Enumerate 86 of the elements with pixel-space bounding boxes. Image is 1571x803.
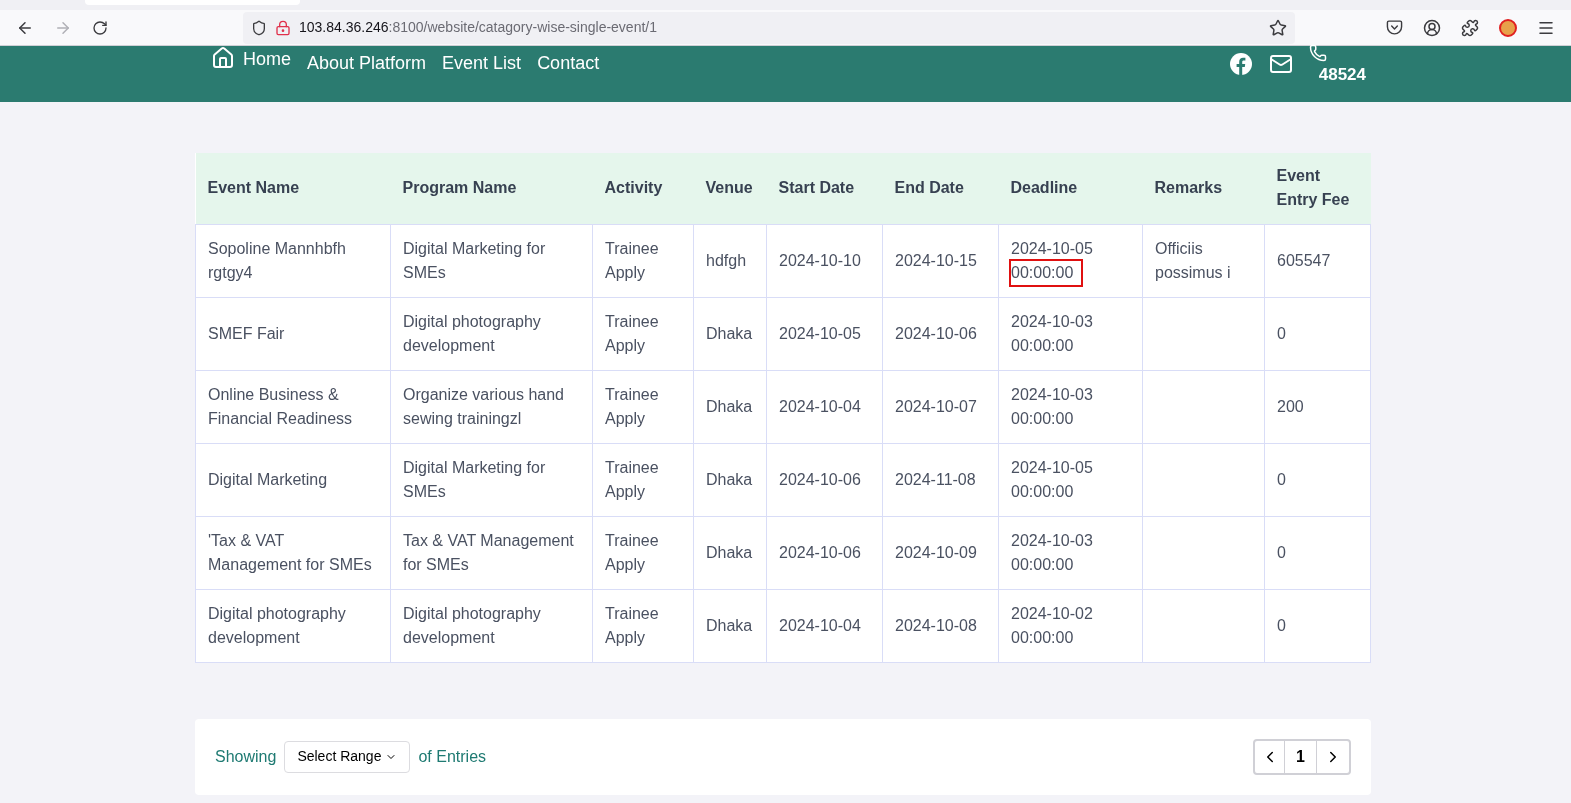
end-date-cell: 2024-10-08 — [895, 616, 977, 634]
entry-fee-cell: 0 — [1277, 616, 1286, 634]
start-date-cell: 2024-10-10 — [779, 251, 861, 269]
column-header: Deadline — [1010, 179, 1078, 197]
column-header: Venue — [705, 179, 753, 197]
venue-cell: Dhaka — [706, 470, 753, 488]
select-range-dropdown[interactable]: Select Range — [284, 740, 411, 773]
event-name-cell: Digital Marketing — [208, 470, 328, 488]
extension-icon[interactable] — [1499, 18, 1517, 37]
deadline-date: 2024-10-02 — [1011, 603, 1094, 624]
event-name-cell: Digital photography development — [208, 604, 346, 646]
deadline-time: 00:00:00 — [1011, 335, 1074, 356]
program-name-cell: Digital Marketing for SMEs — [403, 239, 546, 281]
column-header: Activity — [604, 179, 663, 197]
start-date-cell: 2024-10-05 — [779, 324, 861, 342]
url-text: 103.84.36.246:8100/website/catagory-wise-single-event/1 — [299, 18, 657, 37]
entry-fee-cell: 0 — [1277, 324, 1286, 342]
entry-fee-cell: 605547 — [1277, 251, 1331, 269]
bookmark-star-icon[interactable] — [1269, 18, 1287, 37]
deadline-date: 2024-10-05 — [1011, 457, 1094, 478]
program-name-cell: Digital Marketing for SMEs — [403, 458, 546, 500]
phone-number: 48524 — [1318, 64, 1366, 86]
shield-icon[interactable] — [251, 19, 267, 36]
venue-cell: Dhaka — [706, 616, 753, 634]
activity-cell: Trainee Apply — [605, 385, 659, 427]
deadline-time: 00:00:00 — [1011, 627, 1074, 648]
nav-link[interactable]: Contact — [537, 46, 600, 77]
deadline-date: 2024-10-03 — [1011, 311, 1094, 332]
event-name-cell: Online Business & Financial Readiness — [208, 385, 353, 427]
deadline-date: 2024-10-03 — [1011, 530, 1094, 551]
entry-fee-cell: 200 — [1277, 397, 1304, 415]
venue-cell: Dhaka — [706, 324, 753, 342]
entry-fee-cell: 0 — [1277, 470, 1286, 488]
end-date-cell: 2024-10-06 — [895, 324, 977, 342]
entries-label: of Entries — [418, 746, 487, 767]
nav-link[interactable]: Event List — [442, 46, 522, 77]
address-bar[interactable]: 103.84.36.246:8100/website/catagory-wise-single-event/1 — [243, 11, 1295, 44]
event-name-cell: Sopoline Mannhbfh rgtgy4 — [208, 239, 346, 281]
phone-icon[interactable] — [1308, 44, 1327, 62]
activity-cell: Trainee Apply — [605, 312, 659, 354]
venue-cell: hdfgh — [706, 251, 747, 269]
column-header: Event Name — [207, 179, 300, 197]
reload-icon[interactable] — [92, 19, 108, 36]
mail-icon[interactable] — [1268, 52, 1293, 76]
column-header: Program Name — [402, 179, 517, 197]
start-date-cell: 2024-10-06 — [779, 543, 861, 561]
home-icon[interactable] — [211, 46, 235, 70]
venue-cell: Dhaka — [706, 543, 753, 561]
account-icon[interactable] — [1423, 18, 1441, 37]
nav-link[interactable]: About Platform — [307, 46, 427, 77]
activity-cell: Trainee Apply — [605, 458, 659, 500]
start-date-cell: 2024-10-06 — [779, 470, 861, 488]
start-date-cell: 2024-10-04 — [779, 616, 861, 634]
program-name-cell: Organize various hand sewing trainingzl — [403, 385, 564, 427]
end-date-cell: 2024-10-09 — [895, 543, 977, 561]
column-header: Remarks — [1154, 179, 1223, 197]
end-date-cell: 2024-10-07 — [895, 397, 977, 415]
program-name-cell: Digital photography development — [403, 312, 541, 354]
facebook-icon[interactable] — [1228, 52, 1253, 76]
event-name-cell: 'Tax & VAT Management for SMEs — [208, 531, 372, 573]
event-name-cell: SMEF Fair — [208, 324, 285, 342]
venue-cell: Dhaka — [706, 397, 753, 415]
activity-cell: Trainee Apply — [605, 604, 659, 646]
pocket-icon[interactable] — [1386, 19, 1403, 36]
end-date-cell: 2024-11-08 — [895, 470, 976, 488]
start-date-cell: 2024-10-04 — [779, 397, 861, 415]
program-name-cell: Digital photography development — [403, 604, 541, 646]
extensions-icon[interactable] — [1461, 18, 1479, 37]
deadline-date: 2024-10-03 — [1011, 384, 1094, 405]
activity-cell: Trainee Apply — [605, 239, 659, 281]
lock-icon[interactable] — [275, 19, 291, 36]
home-link[interactable]: Home — [211, 46, 291, 73]
column-header: Start Date — [778, 179, 855, 197]
deadline-time: 00:00:00 — [1011, 408, 1074, 429]
remarks-cell: Officiis possimus i — [1155, 239, 1231, 281]
deadline-date: 2024-10-05 — [1011, 238, 1094, 259]
highlighted-deadline-time: 00:00:00 — [1009, 258, 1084, 287]
showing-label: Showing — [215, 746, 277, 767]
entry-fee-cell: 0 — [1277, 543, 1286, 561]
deadline-time: 00:00:00 — [1011, 554, 1074, 575]
end-date-cell: 2024-10-15 — [895, 251, 977, 269]
column-header: End Date — [894, 179, 964, 197]
deadline-time: 00:00:00 — [1011, 481, 1074, 502]
activity-cell: Trainee Apply — [605, 531, 659, 573]
program-name-cell: Tax & VAT Management for SMEs — [403, 531, 574, 573]
column-header: Event Entry Fee — [1276, 167, 1350, 209]
